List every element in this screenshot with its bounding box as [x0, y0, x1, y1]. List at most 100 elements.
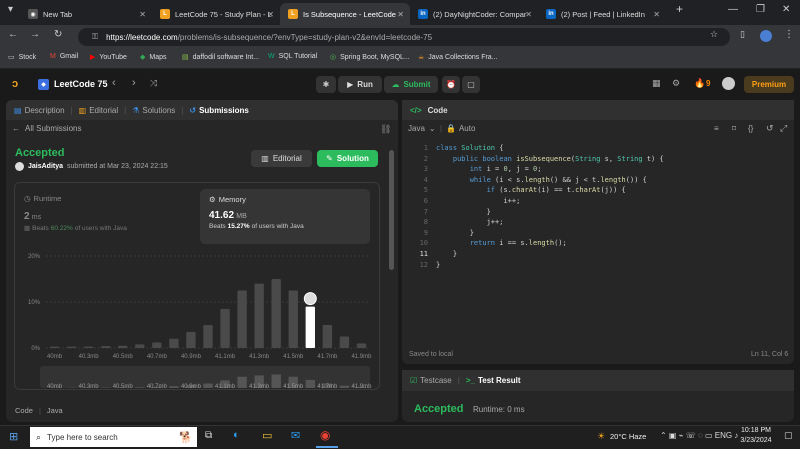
bookmark-spring-boot[interactable]: ◎ Spring Boot, MySQL... — [330, 53, 410, 62]
timer-button[interactable]: ⏰ — [442, 76, 460, 93]
x-tick-label: 40.3mb — [79, 354, 100, 360]
clock-time[interactable]: 10:18 PM — [736, 427, 776, 434]
close-window-button[interactable]: ✕ — [782, 4, 790, 15]
forward-icon[interactable]: → — [30, 29, 40, 40]
user-avatar[interactable] — [722, 77, 735, 90]
layout-icon[interactable]: ▦ — [652, 78, 661, 89]
maximize-button[interactable]: ❐ — [756, 4, 765, 15]
left-scrollbar[interactable] — [389, 150, 394, 270]
book-icon: ▥ — [78, 105, 87, 115]
runtime-stat[interactable]: ◷ Runtime 2 ms ▩ Beats 60.22% of users with … — [24, 190, 192, 242]
test-runtime: Runtime: 0 ms — [473, 405, 525, 414]
bookmark-stock[interactable]: ▭ Stock — [8, 53, 36, 62]
profile-avatar[interactable] — [760, 30, 772, 42]
edge-icon[interactable]: ◐ — [233, 429, 240, 441]
task-view-icon[interactable]: ⧉ — [205, 430, 212, 441]
chart-bar — [66, 346, 77, 348]
auto-mode-toggle[interactable]: 🔒 Auto — [446, 124, 475, 133]
checkbox-icon: ☑ — [410, 376, 418, 385]
format-icon[interactable]: ≡ — [714, 124, 719, 133]
braces-icon[interactable]: {} — [748, 124, 753, 133]
submit-button[interactable]: ☁ Submit — [384, 76, 438, 93]
solution-button[interactable]: ✎ Solution — [317, 150, 378, 167]
browser-tab-new-tab[interactable]: ◉ New Tab ✕ — [20, 3, 152, 25]
browser-tab-daynightcoder[interactable]: in (2) DayNightCoder: Compar ✕ — [410, 3, 538, 25]
debug-button[interactable]: ✱ — [316, 76, 336, 93]
chart-bar — [186, 331, 196, 348]
url-bar[interactable]: ⚿ https://leetcode.com/problems/is-subse… — [78, 28, 730, 46]
x-tick-label: 40.5mb — [113, 354, 134, 360]
weather-text[interactable]: 20°C Haze — [610, 432, 646, 441]
close-tab-icon[interactable]: ✕ — [653, 10, 660, 19]
bookmark-youtube[interactable]: ▶ YouTube — [90, 53, 127, 62]
description-icon: ▤ — [14, 105, 22, 115]
minimize-button[interactable]: — — [728, 4, 738, 15]
tab-editorial[interactable]: ▥ Editorial — [79, 106, 118, 115]
bookmark-maps[interactable]: ◆ Maps — [140, 53, 167, 62]
notifications-icon[interactable]: ▢ — [784, 430, 793, 441]
run-button[interactable]: ▶ Run — [338, 76, 382, 93]
chart-bar — [100, 346, 111, 348]
language-select[interactable]: Java ⌄ — [408, 124, 436, 133]
sidebar-icon[interactable]: ▯ — [740, 29, 745, 40]
tray-icons[interactable]: ⌃ ▣ ⌁ ☏ ◌ ▭ ENG ♪ — [660, 431, 738, 440]
close-tab-icon[interactable]: ✕ — [267, 10, 274, 19]
next-problem-icon[interactable]: › — [132, 77, 136, 89]
user-link[interactable]: JaisAditya — [28, 163, 63, 170]
divider: | — [440, 124, 443, 133]
all-submissions-link[interactable]: ← All Submissions — [12, 124, 81, 133]
tab-solutions[interactable]: ⚗ Solutions — [132, 106, 175, 115]
study-plan-icon: ◆ — [38, 79, 49, 90]
note-icon: ▢ — [467, 80, 475, 89]
study-plan-title[interactable]: LeetCode 75 — [54, 79, 108, 89]
close-tab-icon[interactable]: ✕ — [397, 10, 404, 19]
memory-stat[interactable]: ⚙ Memory 41.62 MB Beats 15.27% of users wit… — [200, 189, 370, 244]
new-tab-button[interactable]: + — [676, 2, 683, 16]
chart-bar — [288, 290, 298, 348]
bookmark-gmail[interactable]: M Gmail — [50, 53, 78, 60]
flask-icon: ⚗ — [132, 105, 140, 115]
share-link-icon[interactable]: ⛓ — [380, 124, 391, 135]
close-tab-icon[interactable]: ✕ — [525, 10, 532, 19]
browser-tab-is-subsequence[interactable]: L Is Subsequence - LeetCode ✕ — [280, 3, 410, 25]
prev-problem-icon[interactable]: ‹ — [112, 77, 116, 89]
leetcode-logo-icon[interactable]: ↄ — [12, 78, 18, 90]
mini-tick-label: 41.1mb — [215, 384, 236, 390]
bookmark-daffodil[interactable]: ▤ daffodil software Int... — [182, 53, 259, 62]
settings-gear-icon[interactable]: ⚙ — [672, 78, 680, 89]
tab-description[interactable]: ▤ Description — [14, 106, 65, 115]
fullscreen-icon[interactable]: ⤢ — [780, 123, 787, 134]
premium-button[interactable]: Premium — [744, 76, 794, 93]
tab-testcase[interactable]: ☑ Testcase — [410, 376, 452, 385]
notes-button[interactable]: ▢ — [462, 76, 480, 93]
code-area[interactable]: class Solution { public boolean isSubseq… — [436, 143, 786, 270]
tab-test-result[interactable]: >_ Test Result — [466, 376, 521, 385]
chrome-taskbar-icon[interactable]: ◉ — [320, 428, 330, 442]
reload-icon[interactable]: ↻ — [54, 29, 62, 40]
code-line: while (i < s.length() && j < t.length())… — [469, 175, 647, 184]
code-panel-header: </> Code — [402, 100, 794, 120]
reset-icon[interactable]: ↺ — [766, 123, 774, 134]
mail-icon[interactable]: ✉ — [291, 429, 300, 442]
menu-icon[interactable]: ⋮ — [784, 29, 794, 40]
taskbar-search[interactable]: ⌕ Type here to search 🐕 — [30, 427, 197, 447]
chart-bar — [339, 336, 350, 348]
browser-tab-leetcode75[interactable]: L LeetCode 75 - Study Plan - L ✕ — [152, 3, 280, 25]
bookmark-java-collections[interactable]: ☕ Java Collections Fra... — [418, 53, 498, 62]
back-icon[interactable]: ← — [8, 29, 18, 40]
file-explorer-icon[interactable]: ▭ — [262, 429, 272, 442]
code-line: public boolean isSubsequence(String s, S… — [452, 154, 664, 163]
tab-submissions[interactable]: ↺ Submissions — [189, 106, 249, 115]
bookmark-sql-tutorial[interactable]: W SQL Tutorial — [268, 53, 317, 60]
tab-search-icon[interactable]: ▾ — [8, 4, 13, 15]
bookmark-star-icon[interactable]: ☆ — [710, 29, 718, 40]
windows-start-icon[interactable]: ⊞ — [9, 430, 18, 443]
browser-tab-linkedin-feed[interactable]: in (2) Post | Feed | LinkedIn ✕ — [538, 3, 666, 25]
clock-date[interactable]: 3/23/2024 — [736, 437, 776, 444]
close-tab-icon[interactable]: ✕ — [139, 10, 146, 19]
editorial-button[interactable]: ▥ Editorial — [251, 150, 312, 167]
bookmark-icon[interactable]: ⌑ — [732, 124, 736, 133]
mini-tick-label: 41.3mb — [249, 384, 270, 390]
history-icon: ↺ — [189, 105, 197, 115]
shuffle-icon[interactable]: ⤨ — [150, 78, 157, 89]
